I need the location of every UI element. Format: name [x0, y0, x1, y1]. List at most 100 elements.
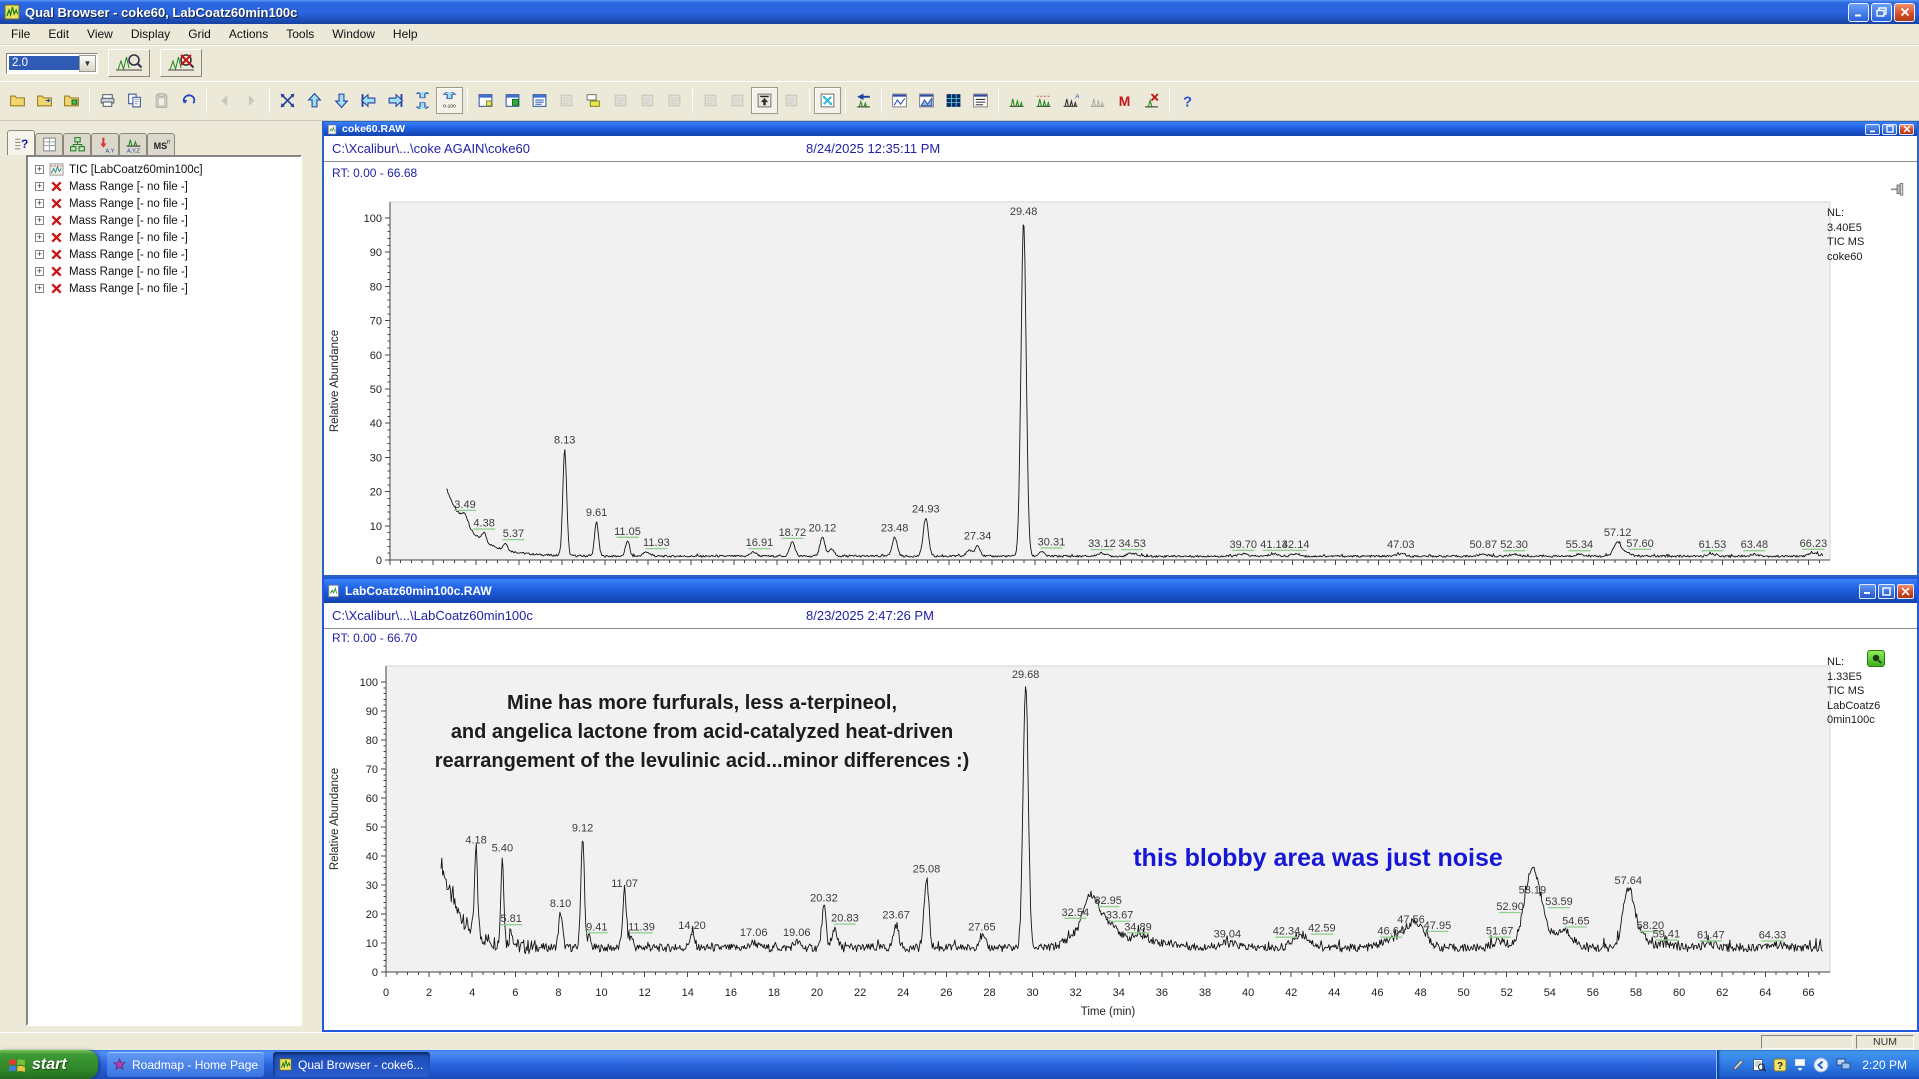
map-view-button[interactable]: A: [1057, 87, 1084, 114]
tree-item-0[interactable]: +TIC [LabCoatz60min100c]: [30, 161, 298, 178]
menu-grid[interactable]: Grid: [179, 25, 220, 43]
expand-icon[interactable]: +: [35, 250, 44, 259]
tab-table[interactable]: [35, 133, 63, 155]
tab-spectrum-ranges[interactable]: A,Y,Z: [91, 133, 119, 155]
expand-icon[interactable]: +: [35, 267, 44, 276]
svg-text:47.56: 47.56: [1397, 914, 1425, 926]
coke60-rt-range: RT: 0.00 - 66.68: [324, 162, 1917, 182]
cell-properties-button[interactable]: [526, 87, 553, 114]
tree-item-7[interactable]: +Mass Range [- no file -]: [30, 280, 298, 297]
expand-icon[interactable]: +: [35, 233, 44, 242]
svg-text:0: 0: [372, 967, 378, 979]
tree-item-label: Mass Range [- no file -]: [69, 198, 188, 210]
tree-item-4[interactable]: +Mass Range [- no file -]: [30, 229, 298, 246]
mass-labels-button[interactable]: M: [1111, 87, 1138, 114]
pin-icon[interactable]: [1890, 182, 1907, 197]
help-button[interactable]: ?: [1174, 87, 1201, 114]
svg-text:20.12: 20.12: [809, 522, 837, 534]
clear-mass-labels-button[interactable]: [1138, 87, 1165, 114]
labcoatz-titlebar[interactable]: LabCoatz60min100c.RAW: [324, 579, 1917, 603]
chevron-down-icon[interactable]: ▼: [79, 55, 96, 72]
tab-info[interactable]: ?: [7, 130, 35, 155]
svg-text:17.06: 17.06: [740, 927, 768, 939]
mass-tolerance-combo[interactable]: 2.0 ▼: [6, 53, 98, 74]
svg-text:0: 0: [383, 987, 389, 999]
tree-item-1[interactable]: +Mass Range [- no file -]: [30, 178, 298, 195]
scroll-down-button[interactable]: [328, 87, 355, 114]
tree-item-2[interactable]: + Mass Range [- no file -]: [30, 195, 298, 212]
normalize-0-100-icon: 0-100: [441, 92, 458, 109]
reset-zoom-chromatogram-button[interactable]: [160, 49, 202, 77]
normalize-0-100-button[interactable]: 0-100: [436, 87, 463, 114]
coke60-titlebar[interactable]: coke60.RAW: [324, 122, 1917, 136]
pin-cell-button[interactable]: [580, 87, 607, 114]
labcoatz-chromatogram[interactable]: 0102030405060708090100Relative Abundance…: [324, 647, 1917, 1030]
undo-button[interactable]: [175, 87, 202, 114]
labcoatz-maximize-button[interactable]: [1878, 584, 1895, 599]
print-button[interactable]: [94, 87, 121, 114]
log-viewer-icon[interactable]: [1752, 1058, 1766, 1072]
fix-scale-button[interactable]: [751, 87, 778, 114]
maximize-cell-button[interactable]: [274, 87, 301, 114]
labcoatz-close-button[interactable]: [1897, 584, 1914, 599]
coke60-minimize-button[interactable]: [1865, 124, 1880, 135]
active-cell-icon[interactable]: [1867, 650, 1885, 667]
labcoatz-minimize-button[interactable]: [1859, 584, 1876, 599]
copy-button[interactable]: [121, 87, 148, 114]
tree-item-3[interactable]: +Mass Range [- no file -]: [30, 212, 298, 229]
menu-help[interactable]: Help: [384, 25, 427, 43]
network-status-icon[interactable]: [1836, 1058, 1852, 1072]
restore-button[interactable]: [1871, 3, 1892, 22]
cell-layout-button[interactable]: [472, 87, 499, 114]
taskbar-task-roadmap[interactable]: Roadmap - Home Page: [107, 1052, 264, 1077]
spectrum-view-button[interactable]: [1030, 87, 1057, 114]
insert-cell-button[interactable]: [499, 87, 526, 114]
menu-file[interactable]: File: [2, 25, 39, 43]
coke60-close-button[interactable]: [1899, 124, 1914, 135]
display-grid-button[interactable]: [940, 87, 967, 114]
coke60-chromatogram[interactable]: 0102030405060708090100Relative Abundance…: [324, 182, 1917, 574]
start-button[interactable]: start: [0, 1050, 98, 1079]
hidden-icons-button[interactable]: [1794, 1058, 1806, 1072]
expand-icon[interactable]: +: [35, 199, 44, 208]
svg-text:20: 20: [370, 487, 382, 499]
language-bar-icon[interactable]: [1813, 1057, 1829, 1073]
expand-icon[interactable]: +: [35, 182, 44, 191]
menu-display[interactable]: Display: [122, 25, 179, 43]
display-point-to-point-button[interactable]: [886, 87, 913, 114]
tab-chromatogram-ranges[interactable]: A,Y,Z: [119, 133, 147, 155]
tab-msn[interactable]: MSn: [147, 133, 175, 155]
open-raw-file-button[interactable]: [4, 87, 31, 114]
tab-method[interactable]: [63, 133, 91, 155]
help-tray-icon[interactable]: ?: [1773, 1058, 1787, 1072]
zoom-in-chromatogram-button[interactable]: [108, 49, 150, 77]
nl-line: TIC MS: [1827, 235, 1913, 250]
display-profile-button[interactable]: [913, 87, 940, 114]
tree-item-5[interactable]: +Mass Range [- no file -]: [30, 246, 298, 263]
tree-item-6[interactable]: +Mass Range [- no file -]: [30, 263, 298, 280]
chromatogram-view-button[interactable]: [1003, 87, 1030, 114]
display-list-button[interactable]: [967, 87, 994, 114]
menu-edit[interactable]: Edit: [39, 25, 78, 43]
open-sequence-button[interactable]: [31, 87, 58, 114]
scroll-up-button[interactable]: [301, 87, 328, 114]
coke60-maximize-button[interactable]: [1882, 124, 1897, 135]
expand-icon[interactable]: +: [35, 165, 44, 174]
taskbar-task-qual-browser[interactable]: Qual Browser - coke6...: [273, 1052, 430, 1077]
expand-vertical-button[interactable]: [409, 87, 436, 114]
expand-icon[interactable]: +: [35, 216, 44, 225]
menu-view[interactable]: View: [78, 25, 122, 43]
previous-zoom-button[interactable]: [850, 87, 877, 114]
pan-right-button[interactable]: [382, 87, 409, 114]
pen-tool-icon[interactable]: [1731, 1058, 1745, 1072]
close-button[interactable]: [1894, 3, 1915, 22]
menu-tools[interactable]: Tools: [277, 25, 323, 43]
pan-left-button[interactable]: [355, 87, 382, 114]
minimize-button[interactable]: [1848, 3, 1869, 22]
expand-icon[interactable]: +: [35, 284, 44, 293]
svg-text:80: 80: [366, 735, 378, 747]
reset-scale-button[interactable]: [814, 87, 841, 114]
menu-actions[interactable]: Actions: [220, 25, 277, 43]
menu-window[interactable]: Window: [323, 25, 384, 43]
open-result-file-button[interactable]: [58, 87, 85, 114]
